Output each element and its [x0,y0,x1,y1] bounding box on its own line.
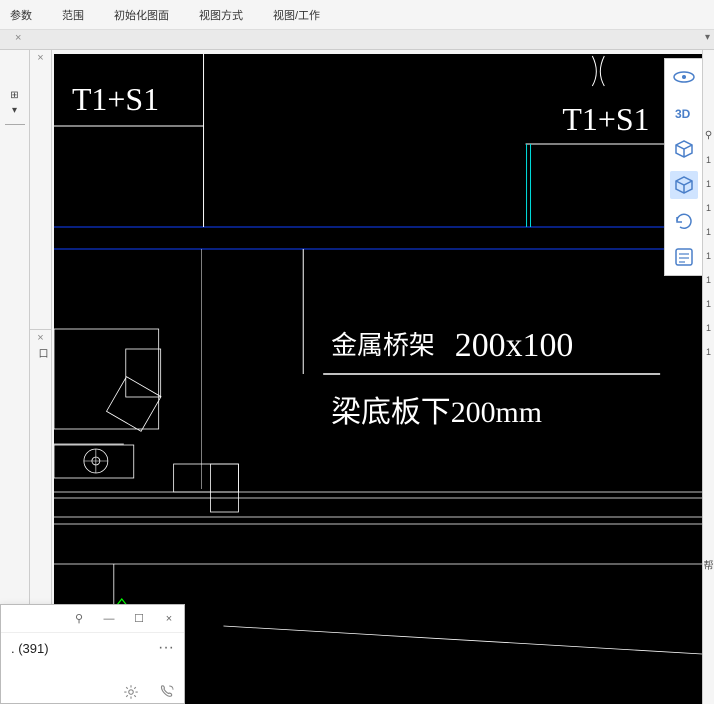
gear-icon[interactable] [122,683,140,701]
tick-mark: 1 [706,347,711,357]
close-icon[interactable]: × [15,32,21,44]
close-icon[interactable]: × [30,50,51,64]
tick-mark: 1 [706,155,711,165]
phone-icon[interactable] [158,683,176,701]
chevron-down-icon[interactable]: ▾ [12,105,17,116]
cable-tray-size: 200x100 [455,327,574,364]
tick-mark: 1 [706,251,711,261]
divider [5,124,25,125]
tick-mark: 1 [706,275,711,285]
cable-tray-label: 金属桥架 [331,331,435,360]
beam-note: 梁底板下200mm [331,396,542,429]
pin-icon[interactable]: ⚲ [64,605,94,633]
tick-mark: 1 [706,203,711,213]
right-edge-panel: ⚲ 1 1 1 1 1 1 1 1 1 帮 [702,50,714,704]
menu-item[interactable]: 范围 [62,7,84,23]
tick-mark: 1 [706,179,711,189]
menu-item[interactable]: 视图方式 [199,7,243,23]
close-icon[interactable]: × [154,605,184,633]
menu-item[interactable]: 初始化图面 [114,7,169,23]
properties-icon[interactable] [670,243,698,271]
cube-solid-icon[interactable] [670,171,698,199]
chevron-down-icon[interactable]: ▾ [705,32,710,43]
orbit-icon[interactable] [670,63,698,91]
sidebar-label: 口 [30,344,53,362]
pin-icon[interactable]: ⚲ [705,130,712,141]
menu-item[interactable]: 视图/工作 [273,7,320,23]
view-tools-panel: 3D [664,58,702,276]
maximize-icon[interactable]: ☐ [124,605,154,633]
sidebar-label: 帮 [704,557,714,572]
svg-text:3D: 3D [675,107,691,121]
popup-window: ⚲ — ☐ × . (391) ··· [0,604,185,704]
close-icon[interactable]: × [30,330,51,344]
rotate-icon[interactable] [670,207,698,235]
document-tab-bar: × ▾ [0,30,714,50]
tick-mark: 1 [706,299,711,309]
popup-count: . (391) [11,641,49,656]
cube-outline-icon[interactable] [670,135,698,163]
tick-mark: 1 [706,227,711,237]
label-t1s1-right: T1+S1 [562,102,649,137]
tick-mark: 1 [706,323,711,333]
top-menu-bar: 参数 范围 初始化图面 视图方式 视图/工作 [0,0,714,30]
label-t1s1-left: T1+S1 [72,82,159,117]
minimize-icon[interactable]: — [94,605,124,633]
menu-item[interactable]: 参数 [10,7,32,23]
view-3d-icon[interactable]: 3D [670,99,698,127]
grid-icon[interactable]: ⊞ [10,90,18,101]
popup-titlebar[interactable]: ⚲ — ☐ × [1,605,184,633]
more-icon[interactable]: ··· [158,639,174,657]
